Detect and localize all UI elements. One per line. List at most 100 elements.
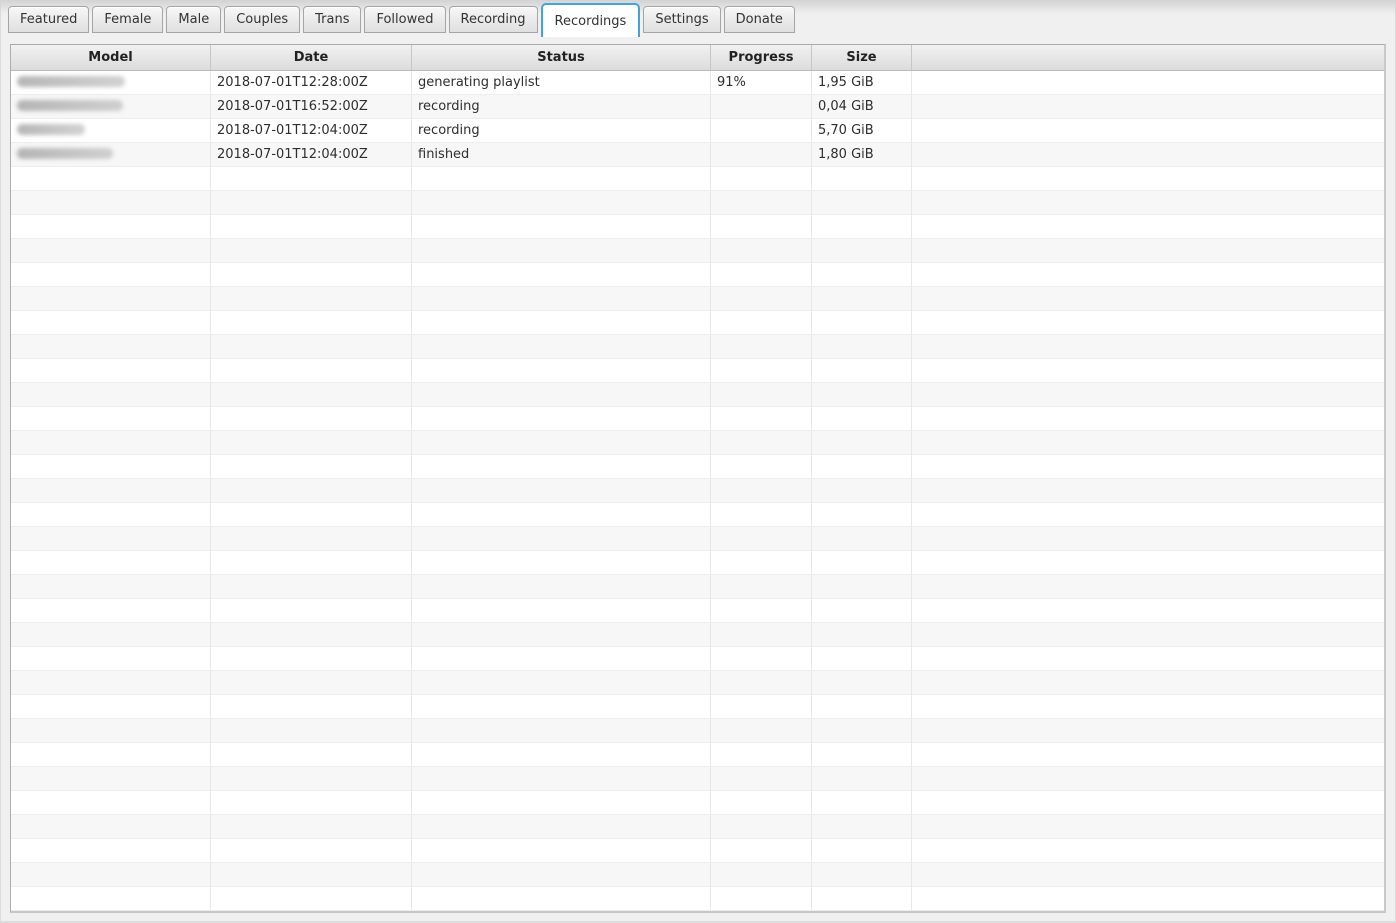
filler-cell [912,143,1384,167]
table-row[interactable] [11,383,1384,407]
date-cell [211,455,412,479]
status-cell [412,359,711,383]
progress-cell [711,623,812,647]
table-row[interactable] [11,767,1384,791]
progress-cell [711,359,812,383]
table-row[interactable]: 2018-07-01T12:28:00Zgenerating playlist9… [11,71,1384,95]
date-cell [211,503,412,527]
tab-recording[interactable]: Recording [449,6,538,33]
table-header: Model Date Status Progress Size [11,45,1384,71]
filler-cell [912,623,1384,647]
filler-cell [912,551,1384,575]
tab-followed[interactable]: Followed [364,6,445,33]
status-cell [412,287,711,311]
table-row[interactable] [11,671,1384,695]
filler-cell [912,695,1384,719]
progress-cell [711,335,812,359]
table-row[interactable] [11,311,1384,335]
table-row[interactable] [11,815,1384,839]
table-row[interactable] [11,407,1384,431]
progress-cell [711,887,812,911]
table-row[interactable] [11,623,1384,647]
table-row[interactable] [11,527,1384,551]
date-cell [211,431,412,455]
table-row[interactable] [11,455,1384,479]
model-cell [11,887,211,911]
table-row[interactable] [11,167,1384,191]
table-row[interactable]: 2018-07-01T12:04:00Zrecording5,70 GiB [11,119,1384,143]
table-row[interactable] [11,359,1384,383]
table-row[interactable] [11,431,1384,455]
model-cell [11,431,211,455]
date-cell [211,575,412,599]
model-cell [11,599,211,623]
table-row[interactable] [11,335,1384,359]
table-row[interactable] [11,215,1384,239]
size-cell [812,551,912,575]
table-row[interactable] [11,287,1384,311]
table-row[interactable] [11,479,1384,503]
progress-cell [711,743,812,767]
table-row[interactable] [11,239,1384,263]
size-cell [812,791,912,815]
table-row[interactable] [11,839,1384,863]
filler-cell [912,215,1384,239]
table-row[interactable] [11,599,1384,623]
model-cell [11,671,211,695]
tab-couples[interactable]: Couples [224,6,300,33]
column-header-date[interactable]: Date [211,45,412,71]
column-header-model[interactable]: Model [11,45,211,71]
table-row[interactable] [11,503,1384,527]
status-cell [412,383,711,407]
model-cell [11,383,211,407]
table-row[interactable] [11,647,1384,671]
table-row[interactable] [11,743,1384,767]
date-cell [211,311,412,335]
table-row[interactable] [11,575,1384,599]
model-cell [11,455,211,479]
table-row[interactable] [11,863,1384,887]
date-cell [211,623,412,647]
tab-settings[interactable]: Settings [643,6,720,33]
size-cell [812,743,912,767]
status-cell [412,527,711,551]
table-row[interactable]: 2018-07-01T16:52:00Zrecording0,04 GiB [11,95,1384,119]
redacted-model-name [17,76,125,87]
filler-cell [912,167,1384,191]
date-cell: 2018-07-01T16:52:00Z [211,95,412,119]
progress-cell [711,503,812,527]
table-row[interactable] [11,791,1384,815]
column-header-size[interactable]: Size [812,45,912,71]
tab-featured[interactable]: Featured [8,6,89,33]
tab-female[interactable]: Female [92,6,163,33]
model-cell [11,575,211,599]
progress-cell [711,119,812,143]
table-row[interactable] [11,263,1384,287]
model-cell [11,743,211,767]
date-cell [211,287,412,311]
tab-donate[interactable]: Donate [724,6,795,33]
column-header-progress[interactable]: Progress [711,45,812,71]
table-row[interactable] [11,695,1384,719]
size-cell: 0,04 GiB [812,95,912,119]
status-cell [412,695,711,719]
table-row[interactable] [11,887,1384,911]
date-cell [211,479,412,503]
tab-recordings[interactable]: Recordings [541,3,641,37]
column-header-status[interactable]: Status [412,45,711,71]
column-header-filler [912,45,1384,71]
table-row[interactable] [11,551,1384,575]
table-row[interactable]: 2018-07-01T12:04:00Zfinished1,80 GiB [11,143,1384,167]
filler-cell [912,479,1384,503]
table-row[interactable] [11,191,1384,215]
table-row[interactable] [11,719,1384,743]
filler-cell [912,287,1384,311]
size-cell [812,359,912,383]
filler-cell [912,815,1384,839]
filler-cell [912,431,1384,455]
status-cell [412,455,711,479]
redacted-model-name [17,124,85,135]
tab-male[interactable]: Male [166,6,221,33]
tab-trans[interactable]: Trans [303,6,361,33]
model-cell [11,311,211,335]
